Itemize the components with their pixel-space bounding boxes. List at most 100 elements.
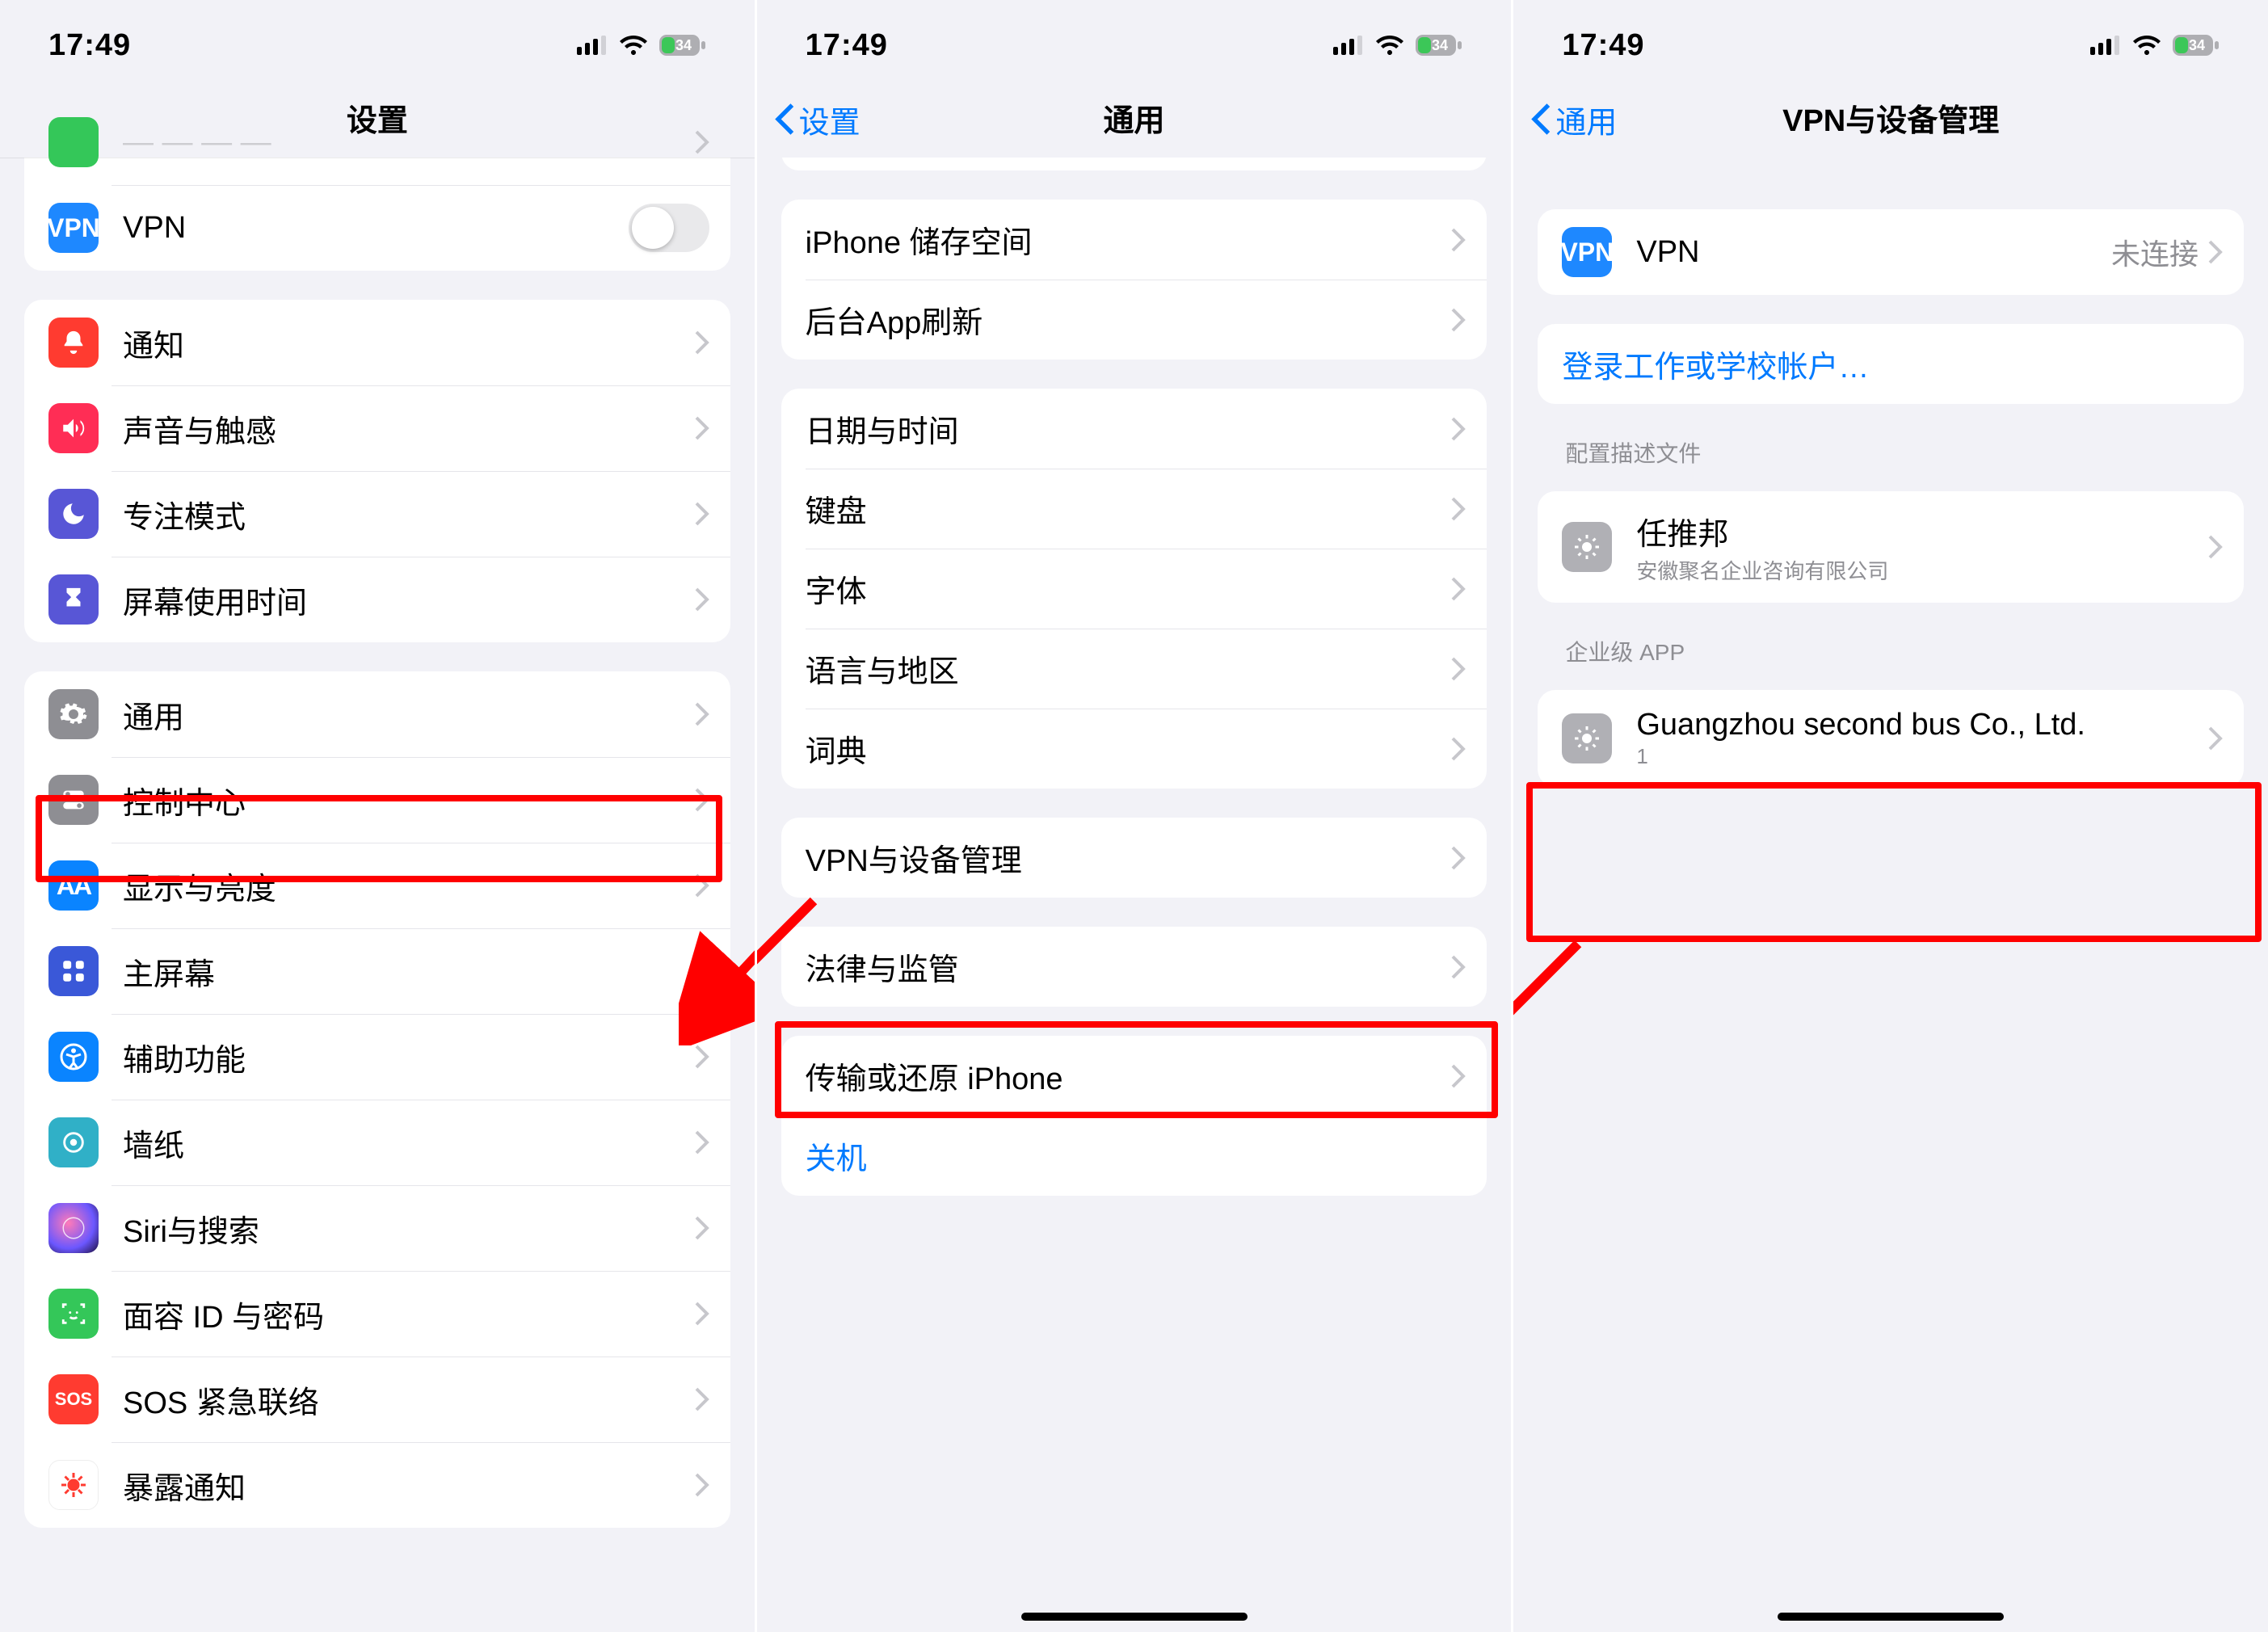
chevron-left-icon: [1530, 103, 1552, 136]
content-area: VPN VPN 未连接 登录工作或学校帐户… 配置描述文件: [1513, 209, 2268, 819]
status-time: 17:49: [806, 28, 888, 63]
vpn-label: VPN: [123, 211, 629, 246]
row-shutdown[interactable]: 关机: [781, 1116, 1487, 1196]
group-vpn-status: VPN VPN 未连接: [1538, 209, 2244, 295]
row-bgrefresh[interactable]: 后台App刷新: [781, 280, 1487, 360]
row-lang[interactable]: 语言与地区: [781, 629, 1487, 709]
row-general[interactable]: 通用: [24, 671, 730, 757]
row-display[interactable]: AA 显示与亮度: [24, 843, 730, 928]
battery-icon: 34: [659, 35, 706, 56]
chevron-right-icon: [695, 587, 709, 612]
row-signin-work-school[interactable]: 登录工作或学校帐户…: [1538, 324, 2244, 404]
vpn-icon: VPN: [1562, 227, 1612, 277]
signal-icon: [577, 36, 608, 55]
row-accessibility[interactable]: 辅助功能: [24, 1014, 730, 1100]
enterprise-name: Guangzhou second bus Co., Ltd.: [1636, 708, 2208, 742]
row-controlcenter[interactable]: 控制中心: [24, 757, 730, 843]
aa-icon: AA: [48, 860, 99, 911]
row-profile[interactable]: 任推邦 安徽聚名企业咨询有限公司: [1538, 491, 2244, 603]
group-signin: 登录工作或学校帐户…: [1538, 324, 2244, 404]
svg-text:34: 34: [2189, 37, 2205, 53]
battery-icon: 34: [2173, 35, 2220, 56]
apps-grid-icon: [48, 946, 99, 996]
group-legal: 法律与监管: [781, 927, 1487, 1007]
profile-name: 任推邦: [1636, 509, 2208, 553]
page-title: VPN与设备管理: [1782, 95, 1999, 140]
row-sos[interactable]: SOS SOS 紧急联络: [24, 1356, 730, 1442]
row-notifications[interactable]: 通知: [24, 300, 730, 385]
vpn-status-value: 未连接: [2111, 231, 2199, 273]
chevron-right-icon: [695, 1130, 709, 1155]
home-indicator: [1021, 1613, 1248, 1621]
enterprise-gear-icon: [1562, 713, 1612, 763]
group-profiles: 任推邦 安徽聚名企业咨询有限公司: [1538, 491, 2244, 603]
row-vpn-device-mgmt[interactable]: VPN与设备管理: [781, 818, 1487, 898]
chevron-right-icon: [695, 1045, 709, 1069]
sos-icon: SOS: [48, 1374, 99, 1424]
moon-icon: [48, 489, 99, 539]
chevron-right-icon: [1451, 1064, 1466, 1088]
row-sound[interactable]: 声音与触感: [24, 385, 730, 471]
row-wallpaper[interactable]: 墙纸: [24, 1100, 730, 1185]
chevron-right-icon: [2208, 535, 2223, 559]
signin-link[interactable]: 登录工作或学校帐户…: [1562, 342, 1869, 386]
row-font[interactable]: 字体: [781, 549, 1487, 629]
status-icons: 34: [1333, 35, 1462, 56]
chevron-right-icon: [695, 130, 709, 154]
chevron-right-icon: [1451, 657, 1466, 681]
back-label: 设置: [799, 97, 860, 141]
row-keyboard[interactable]: 键盘: [781, 469, 1487, 549]
back-button[interactable]: 设置: [773, 97, 860, 141]
chevron-right-icon: [695, 1387, 709, 1411]
back-button[interactable]: 通用: [1530, 97, 1617, 141]
status-bar: 17:49 34: [1513, 0, 2268, 81]
row-transfer[interactable]: 传输或还原 iPhone: [781, 1036, 1487, 1116]
wifi-icon: [2132, 35, 2161, 56]
row-siri[interactable]: Siri与搜索: [24, 1185, 730, 1271]
signal-icon: [1333, 36, 1364, 55]
speaker-icon: [48, 403, 99, 453]
row-legal[interactable]: 法律与监管: [781, 927, 1487, 1007]
group-top: — — — — VPN VPN: [24, 99, 730, 271]
group-vpn-mgmt: VPN与设备管理: [781, 818, 1487, 898]
chevron-right-icon: [695, 788, 709, 812]
row-vpn-toggle[interactable]: VPN VPN: [24, 185, 730, 271]
row-storage[interactable]: iPhone 储存空间: [781, 200, 1487, 280]
screen-general: 17:49 34 设置 通用 iPhone 储存空间: [757, 0, 1514, 1632]
chevron-right-icon: [1451, 737, 1466, 761]
row-homescreen[interactable]: 主屏幕: [24, 928, 730, 1014]
page-title: 通用: [1104, 95, 1165, 140]
chevron-right-icon: [695, 1473, 709, 1497]
row-screentime[interactable]: 屏幕使用时间: [24, 557, 730, 642]
navbar-general: 设置 通用: [757, 81, 1512, 158]
chevron-right-icon: [695, 959, 709, 983]
chevron-right-icon: [1451, 577, 1466, 601]
shutdown-link[interactable]: 关机: [806, 1134, 867, 1178]
status-bar: 17:49 34: [0, 0, 755, 81]
chevron-right-icon: [695, 330, 709, 355]
row-exposure[interactable]: 暴露通知: [24, 1442, 730, 1528]
chevron-right-icon: [695, 873, 709, 898]
back-label: 通用: [1555, 97, 1617, 141]
status-icons: 34: [2090, 35, 2220, 56]
switches-icon: [48, 775, 99, 825]
content-area: — — — — VPN VPN 通知: [0, 99, 755, 1560]
group-general: 通用 控制中心 AA 显示与亮度: [24, 671, 730, 1528]
arrow-to-enterprise: [1513, 919, 1602, 1097]
row-focus[interactable]: 专注模式: [24, 471, 730, 557]
row-dict[interactable]: 词典: [781, 709, 1487, 789]
svg-text:34: 34: [675, 37, 692, 53]
row-faceid[interactable]: 面容 ID 与密码: [24, 1271, 730, 1356]
status-icons: 34: [577, 35, 706, 56]
signal-icon: [2090, 36, 2121, 55]
row-hotspot-clipped[interactable]: — — — —: [24, 99, 730, 185]
svg-text:34: 34: [1432, 37, 1448, 53]
wifi-icon: [619, 35, 648, 56]
row-datetime[interactable]: 日期与时间: [781, 389, 1487, 469]
row-enterprise-app[interactable]: Guangzhou second bus Co., Ltd. 1: [1538, 690, 2244, 787]
vpn-toggle[interactable]: [629, 204, 709, 252]
row-vpn-status[interactable]: VPN VPN 未连接: [1538, 209, 2244, 295]
group-notify: 通知 声音与触感 专注模式: [24, 300, 730, 642]
accessibility-icon: [48, 1032, 99, 1082]
screen-vpn-management: 17:49 34 通用 VPN与设备管理 VPN VPN: [1513, 0, 2268, 1632]
